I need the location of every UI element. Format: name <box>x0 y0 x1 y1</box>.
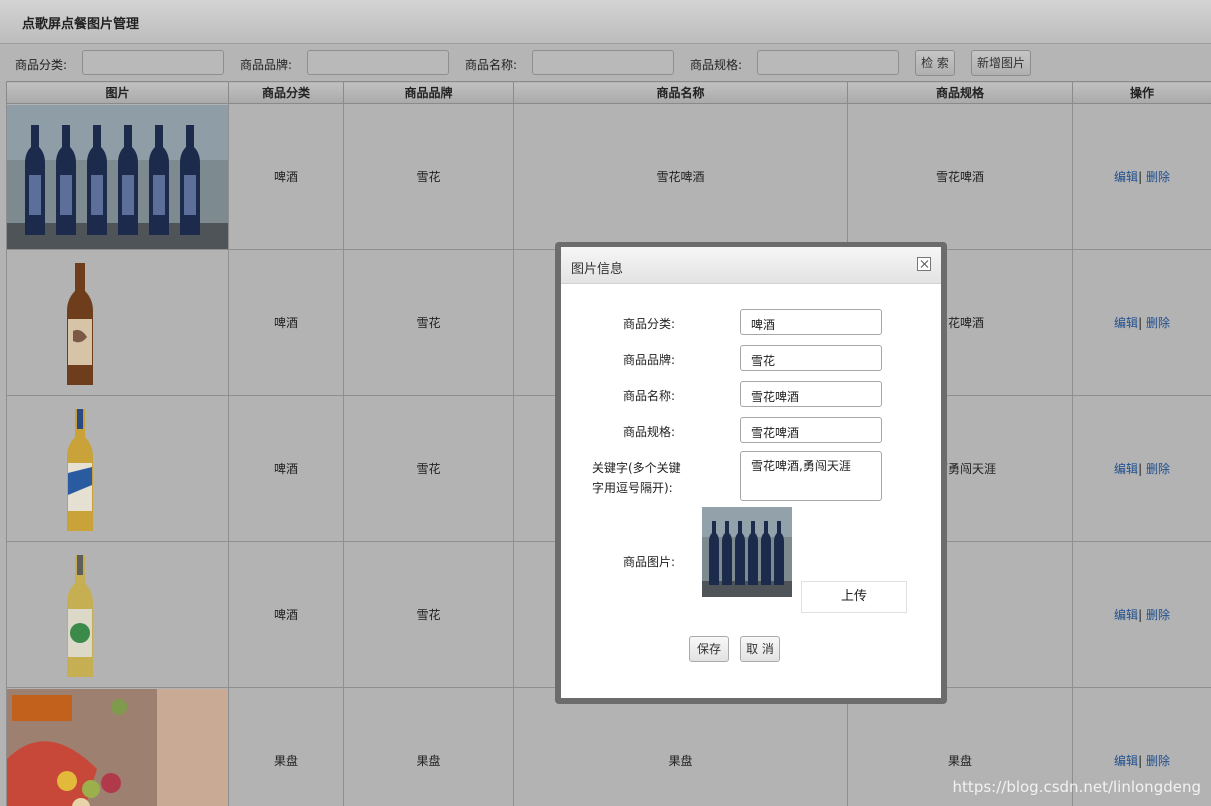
actions-cell: 编辑| 删除 <box>1072 395 1211 542</box>
edit-link[interactable]: 编辑 <box>1114 462 1138 476</box>
edit-link[interactable]: 编辑 <box>1114 608 1138 622</box>
action-separator: | <box>1138 754 1143 768</box>
brand-filter-label: 商品品牌: <box>240 58 293 72</box>
name-filter-input[interactable] <box>532 50 674 75</box>
category-filter-label: 商品分类: <box>15 58 68 72</box>
add-image-button[interactable]: 新增图片 <box>971 50 1031 76</box>
brand-cell: 雪花 <box>343 541 514 688</box>
actions-cell: 编辑| 删除 <box>1072 541 1211 688</box>
spec-filter-input[interactable] <box>757 50 899 75</box>
actions-cell: 编辑| 删除 <box>1072 103 1211 250</box>
delete-link[interactable]: 删除 <box>1146 170 1170 184</box>
brand-cell: 雪花 <box>343 249 514 396</box>
dialog-keywords-label-line1: 关键字(多个关键 <box>592 461 681 475</box>
action-separator: | <box>1138 170 1143 184</box>
dialog-title: 图片信息 <box>571 262 624 277</box>
dialog-keywords-textarea[interactable]: 雪花啤酒,勇闯天涯 <box>740 451 882 501</box>
yellow-beer-bottle-image <box>67 408 93 531</box>
product-image-cell <box>6 687 229 806</box>
action-separator: | <box>1138 316 1143 330</box>
name-cell: 果盘 <box>513 687 848 806</box>
brand-filter-input[interactable] <box>307 50 449 75</box>
edit-link[interactable]: 编辑 <box>1114 754 1138 768</box>
dialog-spec-input[interactable]: 雪花啤酒 <box>740 417 882 443</box>
column-header-spec: 商品规格 <box>847 81 1073 104</box>
product-image-cell <box>6 541 229 688</box>
close-icon[interactable] <box>917 257 931 271</box>
search-bar: 商品分类: 商品品牌: 商品名称: 商品规格: 检 索 新增图片 <box>0 44 1211 81</box>
search-button[interactable]: 检 索 <box>915 50 955 76</box>
column-header-image: 图片 <box>6 81 229 104</box>
beer-bottles-group-image <box>7 104 228 249</box>
brown-beer-bottle-image <box>67 262 93 385</box>
column-header-category: 商品分类 <box>228 81 344 104</box>
dialog-keywords-label-line2: 字用逗号隔开): <box>592 481 673 495</box>
image-info-dialog: 图片信息 商品分类: 啤酒 商品品牌: 雪花 商品名称: 雪花啤酒 商品规格: … <box>561 247 941 698</box>
dialog-category-input[interactable]: 啤酒 <box>740 309 882 335</box>
category-cell: 啤酒 <box>228 541 344 688</box>
column-header-name: 商品名称 <box>513 81 848 104</box>
product-image-cell <box>6 103 229 250</box>
delete-link[interactable]: 删除 <box>1146 754 1170 768</box>
brand-cell: 雪花 <box>343 103 514 250</box>
action-separator: | <box>1138 608 1143 622</box>
dialog-image-label: 商品图片: <box>623 555 676 569</box>
product-image-cell <box>6 249 229 396</box>
delete-link[interactable]: 删除 <box>1146 608 1170 622</box>
category-cell: 啤酒 <box>228 395 344 542</box>
cancel-button[interactable]: 取 消 <box>740 636 780 662</box>
delete-link[interactable]: 删除 <box>1146 462 1170 476</box>
name-filter-label: 商品名称: <box>465 58 518 72</box>
table-row: 啤酒 雪花 雪花啤酒 雪花啤酒 编辑| 删除 <box>6 103 1211 250</box>
dialog-brand-input[interactable]: 雪花 <box>740 345 882 371</box>
column-header-actions: 操作 <box>1072 81 1211 104</box>
product-image-cell <box>6 395 229 542</box>
category-cell: 啤酒 <box>228 103 344 250</box>
edit-link[interactable]: 编辑 <box>1114 316 1138 330</box>
page-title: 点歌屏点餐图片管理 <box>22 17 140 32</box>
dialog-brand-label: 商品品牌: <box>623 353 676 367</box>
category-cell: 果盘 <box>228 687 344 806</box>
dialog-name-input[interactable]: 雪花啤酒 <box>740 381 882 407</box>
dialog-spec-label: 商品规格: <box>623 425 676 439</box>
category-cell: 啤酒 <box>228 249 344 396</box>
category-filter-input[interactable] <box>82 50 224 75</box>
title-bar: 点歌屏点餐图片管理 <box>0 0 1211 44</box>
fruit-platter-image <box>7 688 228 806</box>
name-cell: 雪花啤酒 <box>513 103 848 250</box>
brand-cell: 雪花 <box>343 395 514 542</box>
actions-cell: 编辑| 删除 <box>1072 249 1211 396</box>
save-button[interactable]: 保存 <box>689 636 729 662</box>
brand-cell: 果盘 <box>343 687 514 806</box>
dialog-header[interactable]: 图片信息 <box>561 247 941 284</box>
delete-link[interactable]: 删除 <box>1146 316 1170 330</box>
dialog-name-label: 商品名称: <box>623 389 676 403</box>
green-label-beer-bottle-image <box>67 554 93 677</box>
table-header-row: 图片 商品分类 商品品牌 商品名称 商品规格 操作 <box>6 81 1211 104</box>
upload-button[interactable]: 上传 <box>801 581 907 613</box>
watermark-text: https://blog.csdn.net/linlongdeng <box>952 778 1201 796</box>
edit-link[interactable]: 编辑 <box>1114 170 1138 184</box>
product-image-preview <box>702 507 792 597</box>
column-header-brand: 商品品牌 <box>343 81 514 104</box>
spec-cell: 雪花啤酒 <box>847 103 1073 250</box>
spec-filter-label: 商品规格: <box>690 58 743 72</box>
dialog-category-label: 商品分类: <box>623 317 676 331</box>
action-separator: | <box>1138 462 1143 476</box>
